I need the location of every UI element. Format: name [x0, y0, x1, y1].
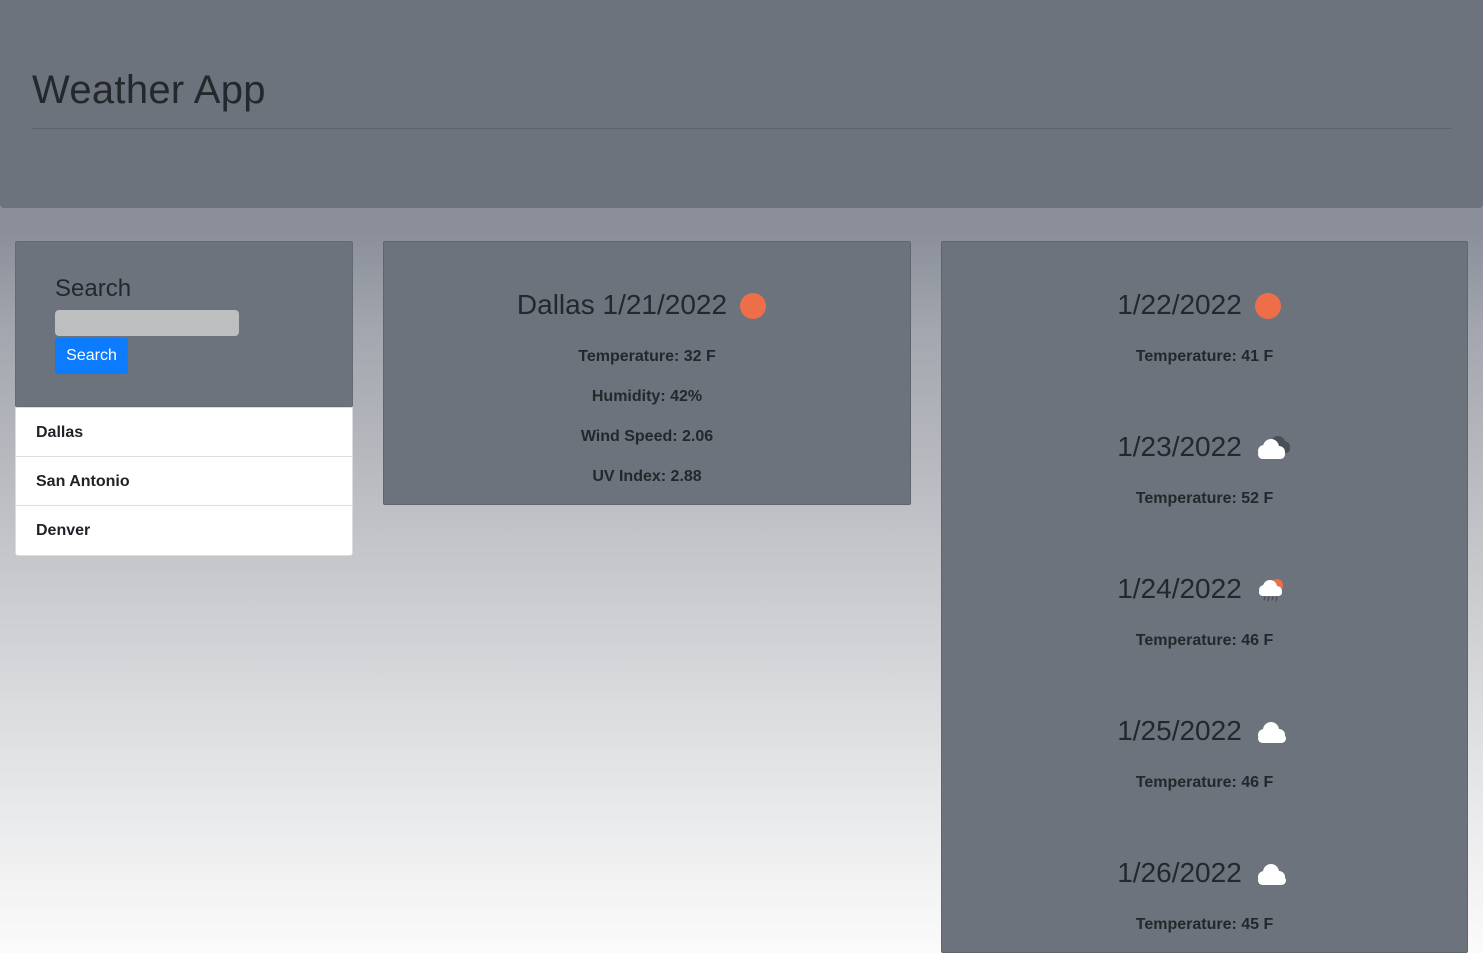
header: Weather App — [0, 0, 1483, 208]
cloud-icon — [1254, 859, 1292, 887]
forecast-date: 1/26/2022 — [1117, 857, 1242, 888]
header-divider — [32, 128, 1451, 129]
forecast-day-heading: 1/26/2022 — [942, 855, 1467, 891]
forecast-temperature: Temperature: 46 F — [1135, 774, 1274, 791]
forecast-day-heading: 1/25/2022 — [942, 713, 1467, 749]
app-title: Weather App — [32, 68, 266, 112]
forecast-temperature: Temperature: 46 F — [1135, 632, 1274, 649]
current-heading: Dallas 1/21/2022 — [516, 289, 728, 320]
forecast-date: 1/25/2022 — [1117, 715, 1242, 746]
forecast-card: 1/22/2022 Temperature: 41 F 1/23/2022 Te… — [941, 241, 1468, 953]
current-weather-card: Dallas 1/21/2022 Temperature: 32 F Humid… — [383, 241, 911, 505]
forecast-temperature: Temperature: 41 F — [1135, 348, 1274, 365]
forecast-day-heading: 1/22/2022 — [942, 287, 1467, 323]
search-input[interactable] — [55, 310, 239, 336]
forecast-temperature: Temperature: 52 F — [1135, 490, 1274, 507]
broken-clouds-icon — [1254, 433, 1292, 461]
search-heading: Search — [55, 275, 132, 302]
current-wind-speed: Wind Speed: 2.06 — [580, 428, 714, 445]
sun-icon — [1254, 291, 1292, 319]
forecast-date: 1/24/2022 — [1117, 573, 1242, 604]
current-uv-index: UV Index: 2.88 — [592, 468, 702, 485]
current-temperature: Temperature: 32 F — [578, 348, 716, 365]
history-item-denver[interactable]: Denver — [16, 506, 352, 555]
history-item-dallas[interactable]: Dallas — [16, 408, 352, 457]
current-humidity: Humidity: 42% — [591, 388, 703, 405]
forecast-day-heading: 1/23/2022 — [942, 429, 1467, 465]
forecast-date: 1/22/2022 — [1117, 289, 1242, 320]
forecast-temperature: Temperature: 45 F — [1135, 916, 1274, 933]
rain-icon — [1254, 575, 1292, 603]
forecast-date: 1/23/2022 — [1117, 431, 1242, 462]
sun-icon — [739, 291, 777, 319]
history-item-san-antonio[interactable]: San Antonio — [16, 457, 352, 506]
cloud-icon — [1254, 717, 1292, 745]
search-panel: Search Search — [15, 241, 353, 407]
search-history-list: Dallas San Antonio Denver — [15, 407, 353, 556]
search-button[interactable]: Search — [55, 338, 128, 374]
forecast-day-heading: 1/24/2022 — [942, 571, 1467, 607]
current-heading-row: Dallas 1/21/2022 — [384, 287, 910, 323]
